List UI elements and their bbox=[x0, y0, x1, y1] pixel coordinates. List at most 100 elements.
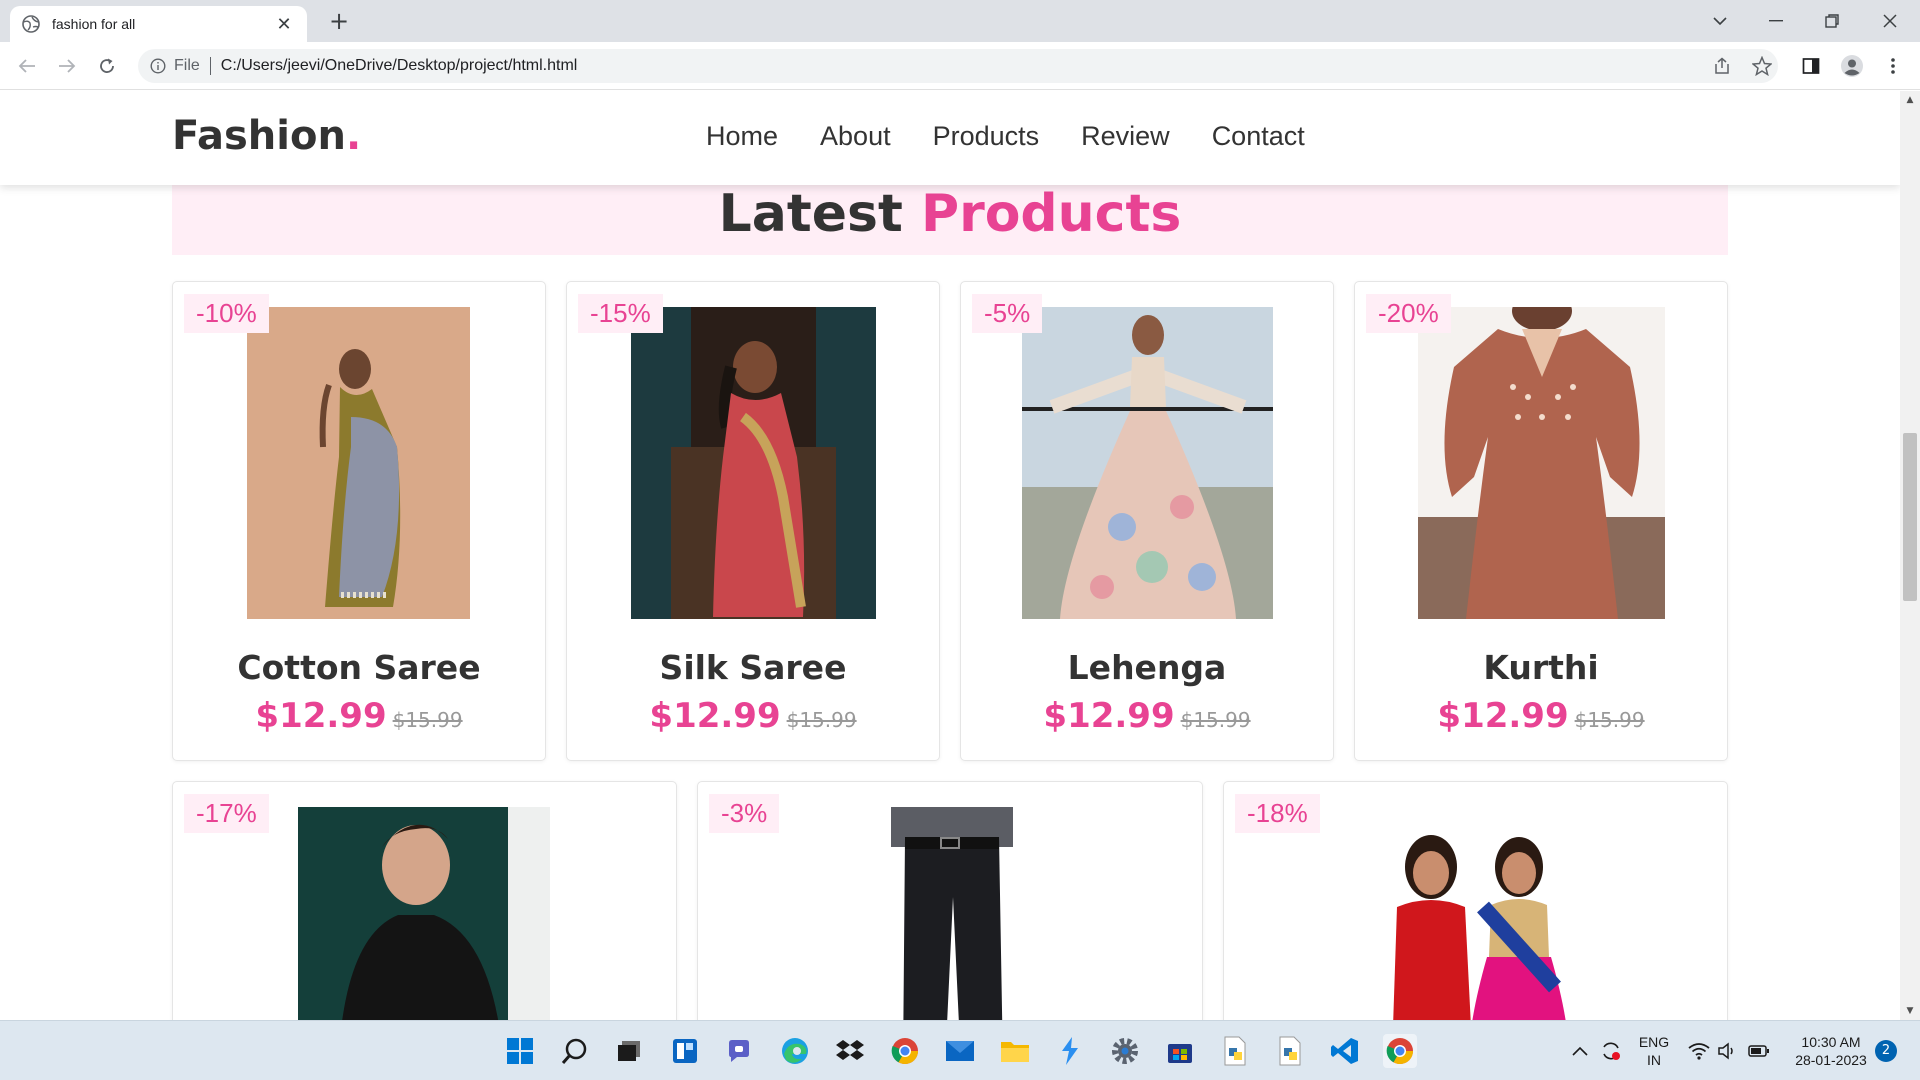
battery-icon[interactable] bbox=[1742, 1034, 1776, 1068]
tab-title: fashion for all bbox=[52, 16, 136, 32]
close-window-icon[interactable] bbox=[1862, 0, 1918, 42]
price-old: $15.99 bbox=[392, 708, 463, 732]
browser-toolbar: File C:/Users/jeevi/OneDrive/Desktop/pro… bbox=[0, 42, 1920, 90]
product-card[interactable]: -20% Kurthi $12.99 $15.99 bbox=[1354, 281, 1728, 761]
file-explorer-icon[interactable] bbox=[998, 1034, 1032, 1068]
discount-badge: -5% bbox=[972, 294, 1043, 333]
scroll-down-icon[interactable]: ▼ bbox=[1900, 1004, 1920, 1018]
product-card[interactable]: -17% bbox=[172, 781, 677, 1020]
product-image-cotton-saree[interactable] bbox=[247, 307, 470, 619]
price-current: $12.99 bbox=[649, 696, 781, 736]
section-heading: Latest Products bbox=[172, 185, 1728, 255]
url-text[interactable]: C:/Users/jeevi/OneDrive/Desktop/project/… bbox=[221, 57, 578, 75]
scroll-up-icon[interactable]: ▲ bbox=[1900, 93, 1920, 107]
clock-date: 28-01-2023 bbox=[1795, 1052, 1867, 1068]
page-scrollbar[interactable]: ▲ ▼ bbox=[1900, 91, 1920, 1020]
heading-accent: Products bbox=[920, 184, 1182, 244]
share-icon[interactable] bbox=[1708, 52, 1736, 80]
product-name: Cotton Saree bbox=[237, 648, 481, 687]
nav-contact[interactable]: Contact bbox=[1212, 121, 1305, 152]
page-viewport: Fashion. Home About Products Review Cont… bbox=[0, 91, 1900, 1020]
edge-browser-icon[interactable] bbox=[778, 1034, 812, 1068]
nav-products[interactable]: Products bbox=[933, 121, 1040, 152]
dropbox-icon[interactable] bbox=[833, 1034, 867, 1068]
price-current: $12.99 bbox=[1437, 696, 1569, 736]
product-image-lehenga[interactable] bbox=[1022, 307, 1273, 619]
minimize-icon[interactable] bbox=[1748, 0, 1804, 42]
restore-icon[interactable] bbox=[1804, 0, 1860, 42]
price-current: $12.99 bbox=[1043, 696, 1175, 736]
chrome-icon[interactable] bbox=[888, 1034, 922, 1068]
price-old: $15.99 bbox=[1574, 708, 1645, 732]
nav-review[interactable]: Review bbox=[1081, 121, 1170, 152]
heading-main: Latest bbox=[718, 184, 903, 244]
price-current: $12.99 bbox=[255, 696, 387, 736]
teams-chat-icon[interactable] bbox=[722, 1034, 756, 1068]
mail-icon[interactable] bbox=[943, 1034, 977, 1068]
address-bar[interactable]: File C:/Users/jeevi/OneDrive/Desktop/pro… bbox=[138, 49, 1778, 83]
product-image-kids-ethnic[interactable] bbox=[1379, 827, 1574, 1020]
clock[interactable]: 10:30 AM 28-01-2023 bbox=[1784, 1033, 1878, 1069]
browser-tab[interactable]: fashion for all ✕ bbox=[10, 6, 307, 42]
python-file-icon[interactable] bbox=[1218, 1034, 1252, 1068]
info-icon[interactable] bbox=[150, 58, 166, 74]
language-indicator[interactable]: ENG IN bbox=[1632, 1033, 1676, 1069]
search-icon[interactable] bbox=[558, 1034, 592, 1068]
reload-icon[interactable] bbox=[93, 52, 121, 80]
omnibox-scheme: File bbox=[174, 57, 200, 74]
start-windows-icon[interactable] bbox=[503, 1034, 537, 1068]
product-price: $12.99 $15.99 bbox=[961, 696, 1333, 736]
chevron-up-icon[interactable] bbox=[1563, 1034, 1597, 1068]
discount-badge: -10% bbox=[184, 294, 269, 333]
vscode-icon[interactable] bbox=[1328, 1034, 1362, 1068]
logo-text: Fashion bbox=[172, 113, 346, 159]
price-old: $15.99 bbox=[786, 708, 857, 732]
price-old: $15.99 bbox=[1180, 708, 1251, 732]
product-image-kurthi[interactable] bbox=[1418, 307, 1665, 619]
nav-about[interactable]: About bbox=[820, 121, 891, 152]
discount-badge: -18% bbox=[1235, 794, 1320, 833]
site-logo[interactable]: Fashion. bbox=[172, 113, 361, 159]
profile-avatar-icon[interactable] bbox=[1838, 52, 1866, 80]
back-icon[interactable] bbox=[13, 52, 41, 80]
product-name: Kurthi bbox=[1483, 648, 1599, 687]
clock-time: 10:30 AM bbox=[1801, 1034, 1861, 1050]
scroll-thumb[interactable] bbox=[1903, 433, 1917, 601]
tab-search-icon[interactable] bbox=[1692, 0, 1748, 42]
side-panel-icon[interactable] bbox=[1797, 52, 1825, 80]
lang-top: ENG bbox=[1638, 1034, 1670, 1050]
python-idle-icon[interactable] bbox=[1273, 1034, 1307, 1068]
widgets-icon[interactable] bbox=[668, 1034, 702, 1068]
volume-icon[interactable] bbox=[1710, 1034, 1744, 1068]
store-icon[interactable] bbox=[1163, 1034, 1197, 1068]
product-card[interactable]: -15% Silk Saree $12.99 $15.99 bbox=[566, 281, 940, 761]
nav-home[interactable]: Home bbox=[706, 121, 778, 152]
forward-icon[interactable] bbox=[53, 52, 81, 80]
browser-tab-bar: fashion for all ✕ + bbox=[0, 0, 1920, 42]
new-tab-button[interactable]: + bbox=[325, 8, 353, 36]
sync-icon[interactable] bbox=[1594, 1034, 1628, 1068]
product-image-shirt[interactable] bbox=[298, 807, 550, 1020]
product-card[interactable]: -18% bbox=[1223, 781, 1728, 1020]
product-card[interactable]: -5% Lehenga $12.99 $15.99 bbox=[960, 281, 1334, 761]
close-tab-icon[interactable]: ✕ bbox=[273, 14, 295, 35]
product-image-silk-saree[interactable] bbox=[631, 307, 876, 619]
product-image-trousers[interactable] bbox=[881, 807, 1023, 1020]
main-nav: Home About Products Review Contact bbox=[706, 121, 1305, 152]
task-view-icon[interactable] bbox=[612, 1034, 646, 1068]
product-price: $12.99 $15.99 bbox=[173, 696, 545, 736]
bookmark-star-icon[interactable] bbox=[1748, 52, 1776, 80]
globe-icon bbox=[22, 15, 40, 33]
product-card[interactable]: -10% Cotton Saree $12.99 $15.99 bbox=[172, 281, 546, 761]
power-automate-icon[interactable] bbox=[1053, 1034, 1087, 1068]
menu-kebab-icon[interactable] bbox=[1879, 52, 1907, 80]
product-name: Silk Saree bbox=[659, 648, 847, 687]
lang-bottom: IN bbox=[1647, 1052, 1661, 1068]
site-header: Fashion. Home About Products Review Cont… bbox=[0, 91, 1900, 185]
chrome-active-icon[interactable] bbox=[1383, 1034, 1417, 1068]
omnibox-separator bbox=[209, 57, 211, 75]
notification-badge[interactable]: 2 bbox=[1875, 1040, 1897, 1062]
settings-gear-icon[interactable] bbox=[1108, 1034, 1142, 1068]
product-card[interactable]: -3% bbox=[697, 781, 1203, 1020]
discount-badge: -3% bbox=[709, 794, 780, 833]
